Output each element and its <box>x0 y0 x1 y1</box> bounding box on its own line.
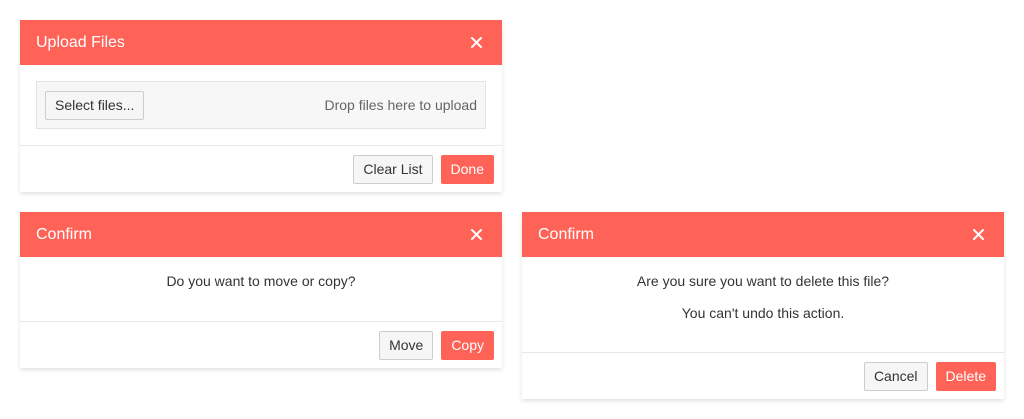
dialog-message: Are you sure you want to delete this fil… <box>636 273 890 289</box>
close-icon <box>470 37 482 48</box>
drop-hint: Drop files here to upload <box>324 97 477 113</box>
dialog-sub-message: You can't undo this action. <box>681 305 845 321</box>
select-files-button[interactable]: Select files... <box>45 90 145 120</box>
dialog-title: Upload Files <box>36 33 125 51</box>
delete-button[interactable]: Delete <box>935 361 996 391</box>
confirm-move-dialog: Confirm Do you want to move or copy? Mov… <box>20 212 502 368</box>
dialog-titlebar: Confirm <box>20 212 502 257</box>
dialog-title: Confirm <box>36 225 93 243</box>
close-button[interactable] <box>966 223 990 247</box>
upload-files-dialog: Upload Files Select files... Drop files … <box>20 20 502 192</box>
dialog-actions: Move Copy <box>20 321 502 368</box>
done-button[interactable]: Done <box>440 154 494 184</box>
dialog-title: Confirm <box>538 225 595 243</box>
upload-dropzone[interactable]: Select files... Drop files here to uploa… <box>36 81 486 129</box>
cancel-button[interactable]: Cancel <box>863 361 928 391</box>
close-icon <box>470 229 482 240</box>
dialog-actions: Cancel Delete <box>522 352 1004 399</box>
confirm-delete-dialog: Confirm Are you sure you want to delete … <box>522 212 1004 399</box>
copy-button[interactable]: Copy <box>441 330 494 360</box>
dialog-actions: Clear List Done <box>20 145 502 192</box>
close-button[interactable] <box>464 223 488 247</box>
dialog-titlebar: Confirm <box>522 212 1004 257</box>
close-icon <box>972 229 984 240</box>
dialog-content: Do you want to move or copy? <box>20 257 502 321</box>
dialog-content: Are you sure you want to delete this fil… <box>522 257 1004 352</box>
clear-list-button[interactable]: Clear List <box>353 154 433 184</box>
close-button[interactable] <box>464 31 488 55</box>
move-button[interactable]: Move <box>379 330 434 360</box>
dialog-titlebar: Upload Files <box>20 20 502 65</box>
dialog-message: Do you want to move or copy? <box>166 273 356 289</box>
